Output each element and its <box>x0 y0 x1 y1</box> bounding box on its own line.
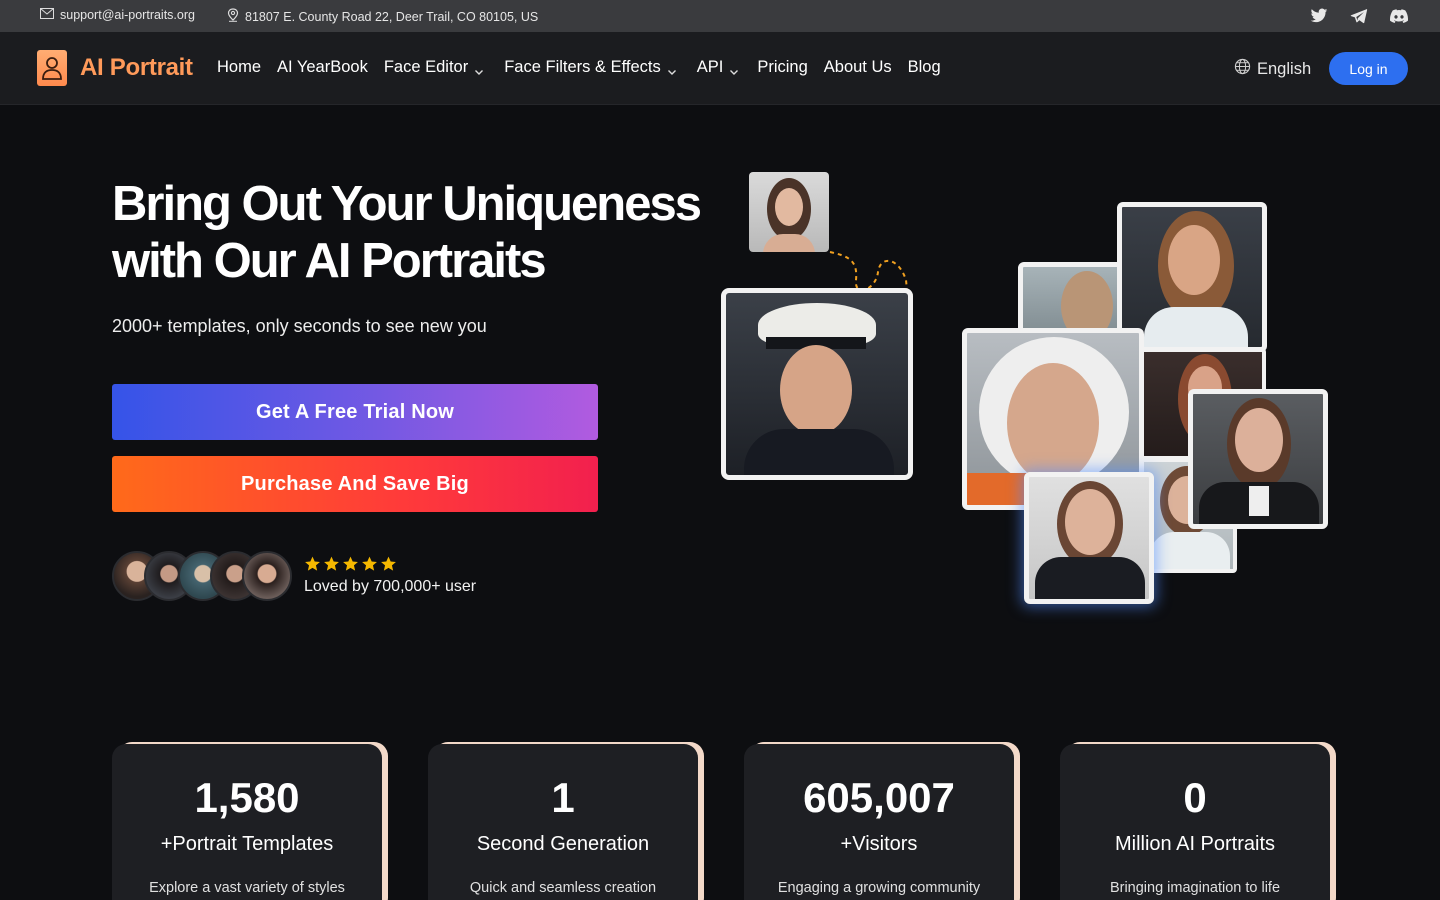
address: 81807 E. County Road 22, Deer Trail, CO … <box>227 8 538 25</box>
brand-name[interactable]: AI Portrait <box>80 54 193 82</box>
star-icon <box>361 556 378 577</box>
nav-item-api[interactable]: API <box>697 58 740 77</box>
social-links <box>1310 8 1409 24</box>
mail-icon <box>40 8 54 22</box>
location-pin-icon <box>227 8 239 25</box>
nav-menu: Home AI YearBook Face Editor Face Filter… <box>217 58 941 77</box>
nav-item-label: Pricing <box>757 58 808 76</box>
stat-number: 1 <box>551 774 575 821</box>
stat-description: Quick and seamless creation <box>469 880 657 896</box>
hero-headline: Bring Out Your Uniqueness with Our AI Po… <box>112 176 712 290</box>
address-text: 81807 E. County Road 22, Deer Trail, CO … <box>245 9 539 24</box>
chevron-down-icon <box>474 63 484 75</box>
main-nav: AI Portrait Home AI YearBook Face Editor… <box>0 32 1440 105</box>
stat-number: 1,580 <box>194 774 300 821</box>
support-email-link[interactable]: support@ai-portraits.org <box>40 8 195 22</box>
stat-card-visitors: 605,007 +Visitors Engaging a growing com… <box>744 744 1014 900</box>
twitter-icon[interactable] <box>1310 8 1328 24</box>
stat-label: +Portrait Templates <box>160 833 334 855</box>
portrait-police <box>1024 472 1154 604</box>
chevron-down-icon <box>667 63 677 75</box>
stat-label: Second Generation <box>476 833 650 855</box>
support-email: support@ai-portraits.org <box>60 8 195 22</box>
free-trial-button[interactable]: Get A Free Trial Now <box>112 384 598 440</box>
loved-by-text: Loved by 700,000+ user <box>304 578 477 595</box>
nav-item-label: Face Editor <box>383 58 469 76</box>
telegram-icon[interactable] <box>1350 8 1368 24</box>
nav-item-label: Face Filters & Effects <box>504 58 661 76</box>
nav-item-label: Blog <box>907 58 941 76</box>
stat-label: Million AI Portraits <box>1114 833 1276 855</box>
nav-item-face-editor[interactable]: Face Editor <box>384 58 484 77</box>
nav-item-face-filters[interactable]: Face Filters & Effects <box>504 58 677 77</box>
star-icon <box>380 556 397 577</box>
purchase-button[interactable]: Purchase And Save Big <box>112 456 598 512</box>
nav-item-label: About Us <box>823 58 892 76</box>
nav-item-ai-yearbook[interactable]: AI YearBook <box>277 58 368 77</box>
portrait-business <box>1188 389 1328 529</box>
language-selector[interactable]: English <box>1234 58 1311 80</box>
nav-item-home[interactable]: Home <box>217 58 261 77</box>
avatar <box>242 551 292 601</box>
nav-item-label: API <box>696 58 724 76</box>
hero-subtitle: 2000+ templates, only seconds to see new… <box>112 316 487 336</box>
stat-card-portraits: 0 Million AI Portraits Bringing imaginat… <box>1060 744 1330 900</box>
stat-card-templates: 1,580 +Portrait Templates Explore a vast… <box>112 744 382 900</box>
globe-icon <box>1234 58 1251 80</box>
headline-line-1: Bring Out Your Uniqueness <box>112 177 702 231</box>
officer-portrait <box>721 288 913 480</box>
nav-item-label: AI YearBook <box>277 58 368 76</box>
stat-description: Explore a vast variety of styles <box>149 880 345 896</box>
source-portrait <box>749 172 829 252</box>
stat-description: Engaging a growing community <box>777 880 981 896</box>
stat-card-generation: 1 Second Generation Quick and seamless c… <box>428 744 698 900</box>
nav-item-blog[interactable]: Blog <box>908 58 941 77</box>
star-icon <box>304 556 321 577</box>
logo-icon[interactable] <box>37 50 67 86</box>
login-button[interactable]: Log in <box>1329 52 1408 85</box>
top-info-bar: support@ai-portraits.org 81807 E. County… <box>0 0 1440 32</box>
headline-line-2: with Our AI Portraits <box>112 234 547 288</box>
user-avatars <box>112 551 292 603</box>
star-icon <box>323 556 340 577</box>
nav-item-label: Home <box>217 58 262 76</box>
star-icon <box>342 556 359 577</box>
discord-icon[interactable] <box>1390 8 1409 24</box>
stat-description: Bringing imagination to life <box>1109 880 1281 896</box>
nav-item-pricing[interactable]: Pricing <box>757 58 807 77</box>
nav-item-about-us[interactable]: About Us <box>824 58 892 77</box>
stat-number: 0 <box>1183 774 1207 821</box>
stat-label: +Visitors <box>840 833 918 855</box>
rating-stars <box>304 556 397 577</box>
stat-number: 605,007 <box>803 774 955 821</box>
chevron-down-icon <box>729 63 739 75</box>
language-label: English <box>1257 59 1312 78</box>
